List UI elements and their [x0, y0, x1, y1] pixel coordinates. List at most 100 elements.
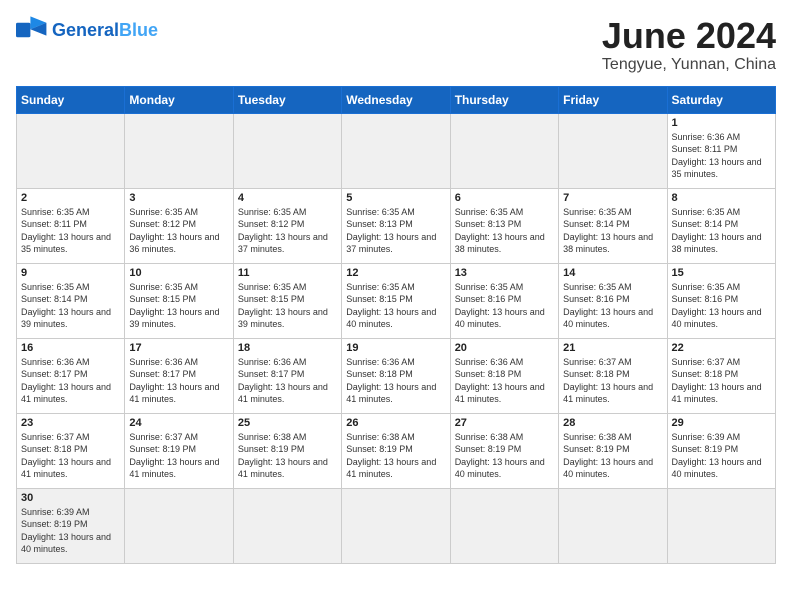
cell-sun-info: Sunrise: 6:38 AMSunset: 8:19 PMDaylight:…	[455, 431, 554, 481]
cell-sun-info: Sunrise: 6:35 AMSunset: 8:12 PMDaylight:…	[238, 206, 337, 256]
calendar-cell: 13Sunrise: 6:35 AMSunset: 8:16 PMDayligh…	[450, 263, 558, 338]
day-number: 18	[238, 342, 337, 354]
header-day-wednesday: Wednesday	[342, 86, 450, 113]
calendar-cell: 3Sunrise: 6:35 AMSunset: 8:12 PMDaylight…	[125, 188, 233, 263]
calendar-cell: 17 Sunrise: 6:36 AMSunset: 8:17 PMDayligh…	[125, 338, 233, 413]
day-number: 21	[563, 342, 662, 354]
calendar-week-3: 16 Sunrise: 6:36 AMSunset: 8:17 PMDayligh…	[17, 338, 776, 413]
logo: GeneralBlue	[16, 16, 158, 44]
cell-sun-info: Sunrise: 6:35 AMSunset: 8:16 PMDaylight:…	[563, 281, 662, 331]
header-day-tuesday: Tuesday	[233, 86, 341, 113]
calendar-table: SundayMondayTuesdayWednesdayThursdayFrid…	[16, 86, 776, 564]
day-number: 22	[672, 342, 771, 354]
calendar-cell: 26Sunrise: 6:38 AMSunset: 8:19 PMDayligh…	[342, 413, 450, 488]
cell-sun-info: Sunrise: 6:35 AMSunset: 8:15 PMDaylight:…	[129, 281, 228, 331]
calendar-cell: 1 Sunrise: 6:36 AMSunset: 8:11 PMDaylight…	[667, 113, 775, 188]
calendar-cell	[559, 488, 667, 563]
calendar-cell	[125, 488, 233, 563]
cell-sun-info: Sunrise: 6:35 AMSunset: 8:11 PMDaylight:…	[21, 206, 120, 256]
day-number: 6	[455, 192, 554, 204]
calendar-week-2: 9Sunrise: 6:35 AMSunset: 8:14 PMDaylight…	[17, 263, 776, 338]
calendar-cell: 10 Sunrise: 6:35 AMSunset: 8:15 PMDayligh…	[125, 263, 233, 338]
day-number: 3	[129, 192, 228, 204]
calendar-cell: 15Sunrise: 6:35 AMSunset: 8:16 PMDayligh…	[667, 263, 775, 338]
cell-sun-info: Sunrise: 6:35 AMSunset: 8:13 PMDaylight:…	[346, 206, 445, 256]
cell-sun-info: Sunrise: 6:35 AMSunset: 8:14 PMDaylight:…	[563, 206, 662, 256]
calendar-cell: 28 Sunrise: 6:38 AMSunset: 8:19 PMDayligh…	[559, 413, 667, 488]
day-number: 5	[346, 192, 445, 204]
header-day-sunday: Sunday	[17, 86, 125, 113]
day-number: 8	[672, 192, 771, 204]
cell-sun-info: Sunrise: 6:35 AMSunset: 8:15 PMDaylight:…	[346, 281, 445, 331]
cell-sun-info: Sunrise: 6:36 AMSunset: 8:17 PMDaylight:…	[238, 356, 337, 406]
calendar-cell: 5 Sunrise: 6:35 AMSunset: 8:13 PMDaylight…	[342, 188, 450, 263]
calendar-week-5: 30Sunrise: 6:39 AMSunset: 8:19 PMDayligh…	[17, 488, 776, 563]
day-number: 14	[563, 267, 662, 279]
calendar-cell: 16Sunrise: 6:36 AMSunset: 8:17 PMDayligh…	[17, 338, 125, 413]
day-number: 1	[672, 117, 771, 129]
calendar-cell	[233, 488, 341, 563]
day-number: 28	[563, 417, 662, 429]
calendar-week-4: 23 Sunrise: 6:37 AMSunset: 8:18 PMDayligh…	[17, 413, 776, 488]
cell-sun-info: Sunrise: 6:38 AMSunset: 8:19 PMDaylight:…	[563, 431, 662, 481]
month-title: June 2024	[602, 16, 776, 56]
header-row: SundayMondayTuesdayWednesdayThursdayFrid…	[17, 86, 776, 113]
calendar-cell: 11Sunrise: 6:35 AMSunset: 8:15 PMDayligh…	[233, 263, 341, 338]
calendar-header: SundayMondayTuesdayWednesdayThursdayFrid…	[17, 86, 776, 113]
general-blue-icon	[16, 16, 48, 44]
calendar-cell: 6 Sunrise: 6:35 AMSunset: 8:13 PMDaylight…	[450, 188, 558, 263]
day-number: 23	[21, 417, 120, 429]
cell-sun-info: Sunrise: 6:36 AMSunset: 8:11 PMDaylight:…	[672, 131, 771, 181]
calendar-cell	[667, 488, 775, 563]
calendar-cell: 19 Sunrise: 6:36 AMSunset: 8:18 PMDayligh…	[342, 338, 450, 413]
calendar-cell: 21 Sunrise: 6:37 AMSunset: 8:18 PMDayligh…	[559, 338, 667, 413]
header-day-monday: Monday	[125, 86, 233, 113]
cell-sun-info: Sunrise: 6:35 AMSunset: 8:15 PMDaylight:…	[238, 281, 337, 331]
day-number: 10	[129, 267, 228, 279]
cell-sun-info: Sunrise: 6:36 AMSunset: 8:17 PMDaylight:…	[129, 356, 228, 406]
day-number: 19	[346, 342, 445, 354]
calendar-cell	[450, 113, 558, 188]
day-number: 16	[21, 342, 120, 354]
day-number: 7	[563, 192, 662, 204]
calendar-cell: 4Sunrise: 6:35 AMSunset: 8:12 PMDaylight…	[233, 188, 341, 263]
cell-sun-info: Sunrise: 6:36 AMSunset: 8:18 PMDaylight:…	[346, 356, 445, 406]
calendar-week-1: 2 Sunrise: 6:35 AMSunset: 8:11 PMDaylight…	[17, 188, 776, 263]
day-number: 24	[129, 417, 228, 429]
day-number: 25	[238, 417, 337, 429]
day-number: 17	[129, 342, 228, 354]
calendar-cell	[450, 488, 558, 563]
cell-sun-info: Sunrise: 6:37 AMSunset: 8:19 PMDaylight:…	[129, 431, 228, 481]
day-number: 13	[455, 267, 554, 279]
calendar-body: 1 Sunrise: 6:36 AMSunset: 8:11 PMDaylight…	[17, 113, 776, 563]
calendar-cell: 27Sunrise: 6:38 AMSunset: 8:19 PMDayligh…	[450, 413, 558, 488]
page-header: GeneralBlue June 2024 Tengyue, Yunnan, C…	[16, 16, 776, 74]
cell-sun-info: Sunrise: 6:35 AMSunset: 8:13 PMDaylight:…	[455, 206, 554, 256]
cell-sun-info: Sunrise: 6:37 AMSunset: 8:18 PMDaylight:…	[21, 431, 120, 481]
header-day-saturday: Saturday	[667, 86, 775, 113]
cell-sun-info: Sunrise: 6:39 AMSunset: 8:19 PMDaylight:…	[21, 506, 120, 556]
calendar-cell: 2 Sunrise: 6:35 AMSunset: 8:11 PMDaylight…	[17, 188, 125, 263]
cell-sun-info: Sunrise: 6:35 AMSunset: 8:14 PMDaylight:…	[672, 206, 771, 256]
calendar-cell: 29 Sunrise: 6:39 AMSunset: 8:19 PMDayligh…	[667, 413, 775, 488]
cell-sun-info: Sunrise: 6:37 AMSunset: 8:18 PMDaylight:…	[563, 356, 662, 406]
location-subtitle: Tengyue, Yunnan, China	[602, 56, 776, 74]
calendar-week-0: 1 Sunrise: 6:36 AMSunset: 8:11 PMDaylight…	[17, 113, 776, 188]
calendar-cell: 20Sunrise: 6:36 AMSunset: 8:18 PMDayligh…	[450, 338, 558, 413]
day-number: 20	[455, 342, 554, 354]
calendar-cell: 22Sunrise: 6:37 AMSunset: 8:18 PMDayligh…	[667, 338, 775, 413]
calendar-cell	[125, 113, 233, 188]
title-area: June 2024 Tengyue, Yunnan, China	[602, 16, 776, 74]
day-number: 29	[672, 417, 771, 429]
cell-sun-info: Sunrise: 6:39 AMSunset: 8:19 PMDaylight:…	[672, 431, 771, 481]
day-number: 2	[21, 192, 120, 204]
day-number: 26	[346, 417, 445, 429]
logo-general: General	[52, 20, 119, 40]
calendar-cell: 24 Sunrise: 6:37 AMSunset: 8:19 PMDayligh…	[125, 413, 233, 488]
calendar-cell: 7 Sunrise: 6:35 AMSunset: 8:14 PMDaylight…	[559, 188, 667, 263]
calendar-cell: 12Sunrise: 6:35 AMSunset: 8:15 PMDayligh…	[342, 263, 450, 338]
logo-blue: Blue	[119, 20, 158, 40]
calendar-cell	[17, 113, 125, 188]
calendar-cell: 23 Sunrise: 6:37 AMSunset: 8:18 PMDayligh…	[17, 413, 125, 488]
calendar-cell	[559, 113, 667, 188]
